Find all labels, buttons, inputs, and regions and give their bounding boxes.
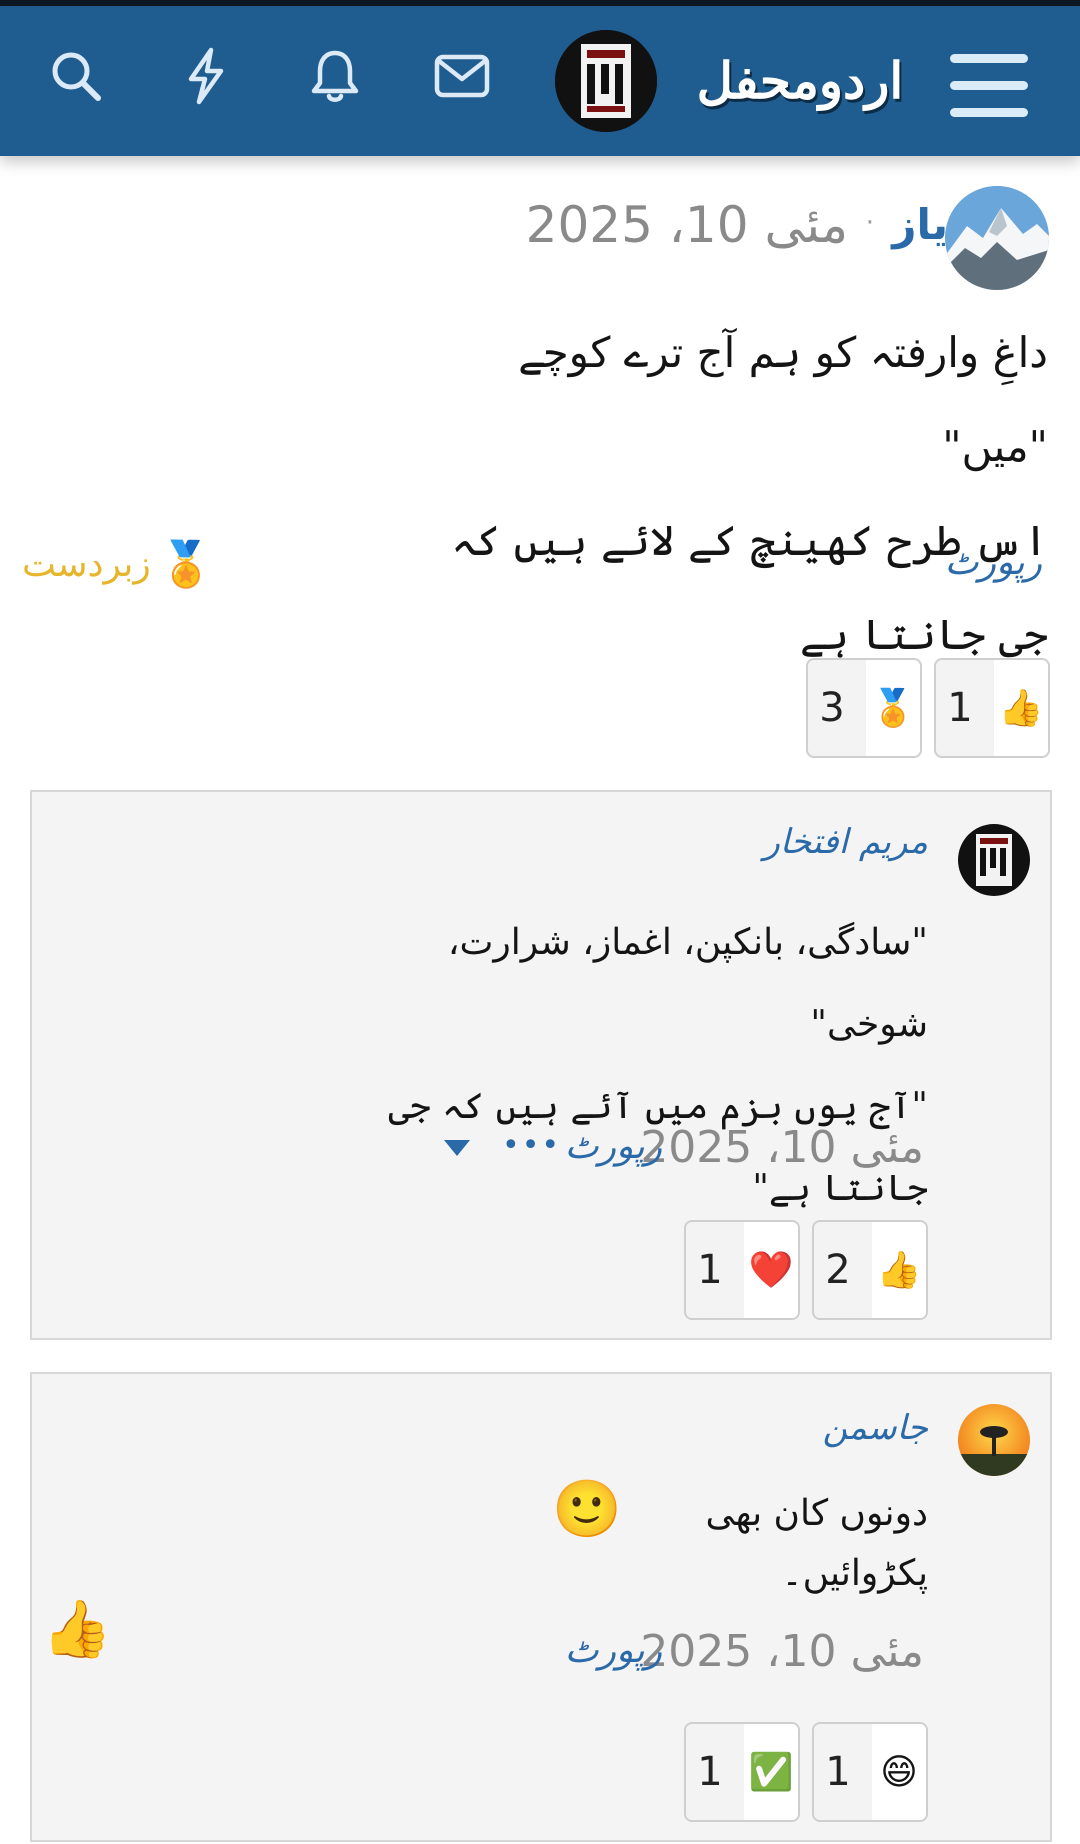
reaction-thumbs-up[interactable]: 2 👍 [812,1220,928,1320]
comment-card: مریم افتخار "سادگی، بانکپن، اغماز، شرارت… [30,790,1052,1340]
separator-dot: · [865,208,874,238]
comment-author[interactable]: جاسمن [823,1408,928,1448]
chevron-down-icon[interactable] [442,1138,472,1162]
more-options-icon[interactable]: ••• [502,1128,561,1163]
post-date[interactable]: مئی 10، 2025 [526,196,848,254]
reaction-given[interactable]: زبردست 🏅 [22,534,214,594]
comment-date[interactable]: مئی 10، 2025 [640,1122,924,1173]
reaction-medal[interactable]: 3 🏅 [806,658,922,758]
post-line: داغِ وارفتہ کو ہم آج ترے کوچے "میں" [518,328,1048,471]
thumbs-up-icon: 👍 [994,660,1048,756]
avatar[interactable] [958,824,1030,896]
like-button[interactable]: 👍 [42,1596,112,1662]
smile-icon: 🙂 [552,1477,622,1542]
avatar[interactable] [958,1404,1030,1476]
comment-date[interactable]: مئی 10، 2025 [640,1626,924,1677]
post-body: داغِ وارفتہ کو ہم آج ترے کوچے "میں" اس ط… [408,306,1048,682]
reaction-count: 1 [697,1749,723,1795]
reaction-grin[interactable]: 1 😄 [812,1722,928,1822]
reaction-count: 1 [947,685,973,731]
main-post: یاز · مئی 10، 2025 داغِ وارفتہ کو ہم آج … [0,156,1080,758]
grin-icon: 😄 [872,1724,926,1820]
medal-icon: 🏅 [866,660,920,756]
reaction-thumbs-up[interactable]: 1 👍 [934,658,1050,758]
comment-body: دونوں کان بھی پکڑوائیں۔ [705,1493,928,1594]
report-link[interactable]: رپورٹ [945,542,1042,583]
avatar[interactable] [945,186,1049,290]
site-header: اردومحفل [0,6,1080,156]
reaction-count: 1 [697,1247,723,1293]
menu-icon[interactable] [950,50,1028,120]
comment-author[interactable]: مریم افتخار [763,822,928,862]
medal-icon: 🏅 [158,539,214,590]
post-author[interactable]: یاز [892,200,948,249]
reaction-count: 3 [819,685,845,731]
thumbs-up-icon: 👍 [872,1222,926,1318]
post-line: اس طرح کھینچ کے لائے ہیں کہ جی جانتا ہے [451,516,1048,659]
heart-icon: ❤️ [744,1222,798,1318]
reaction-heart[interactable]: 1 ❤️ [684,1220,800,1320]
search-icon[interactable] [46,46,106,106]
bell-icon[interactable] [305,46,365,106]
comment-line: "سادگی، بانکپن، اغماز، شرارت، شوخی" [447,922,928,1045]
reaction-count: 1 [825,1749,851,1795]
mail-icon[interactable] [432,46,492,106]
reaction-check[interactable]: 1 ✅ [684,1722,800,1822]
site-title[interactable]: اردومحفل [680,46,920,116]
comment-body: "سادگی، بانکپن، اغماز، شرارت، شوخی" "آج … [368,902,928,1230]
reaction-count: 2 [825,1247,851,1293]
comment-card: جاسمن دونوں کان بھی پکڑوائیں۔ 🙂 👍 مئی 10… [30,1372,1052,1842]
site-logo[interactable] [555,30,657,132]
reaction-label: زبردست [22,543,151,585]
report-link[interactable]: رپورٹ [565,1126,662,1167]
lightning-icon[interactable] [176,46,236,106]
check-icon: ✅ [744,1724,798,1820]
report-link[interactable]: رپورٹ [565,1630,662,1671]
